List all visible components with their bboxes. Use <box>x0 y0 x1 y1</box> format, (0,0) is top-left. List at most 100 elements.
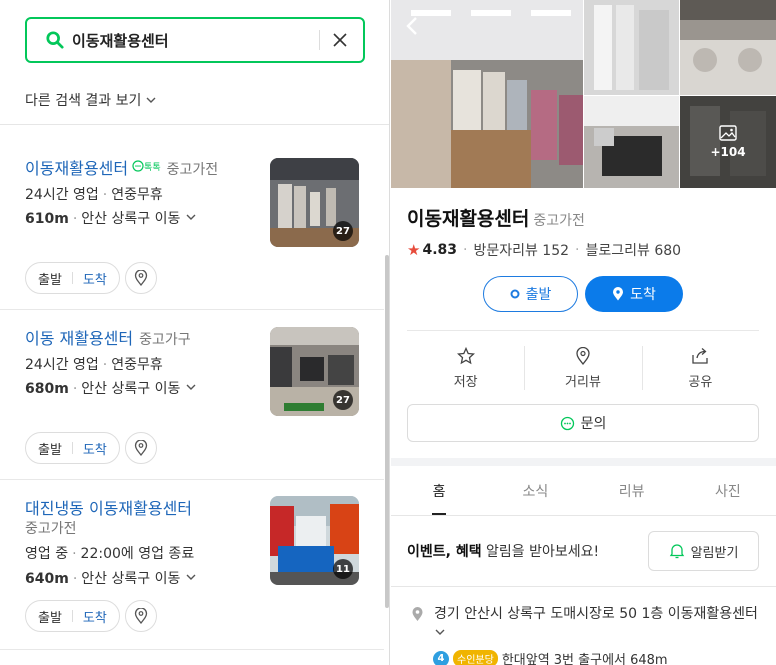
place-name-link[interactable]: 이동재활용센터 <box>25 159 128 178</box>
scrollbar[interactable] <box>385 255 389 608</box>
gallery-photo[interactable] <box>680 0 776 95</box>
subway-text: 한대앞역 3번 출구에서 648m <box>501 653 668 665</box>
map-pin-button[interactable] <box>125 262 157 294</box>
tab-reviews[interactable]: 리뷰 <box>584 466 680 515</box>
place-name-link[interactable]: 대진냉동 이동재활용센터 <box>25 499 192 518</box>
chat-bubble-icon <box>132 160 144 172</box>
separator-dot: · <box>72 211 78 227</box>
close-icon[interactable] <box>332 32 348 48</box>
chevron-down-icon <box>186 574 196 580</box>
search-divider <box>319 30 320 50</box>
tab-news[interactable]: 소식 <box>487 466 583 515</box>
photo-count-badge: 27 <box>333 390 353 410</box>
share-button[interactable]: 공유 <box>641 338 759 398</box>
more-photos-overlay[interactable]: +104 <box>680 96 776 188</box>
status-text: 영업 중 <box>25 546 69 562</box>
share-icon <box>692 347 708 364</box>
photo-count-badge: 27 <box>333 221 353 241</box>
address-row: 경기 안산시 상록구 도매시장로 50 1층 이동재활용센터 <box>411 604 761 644</box>
save-button[interactable]: 저장 <box>407 338 524 398</box>
street-view-button[interactable]: 거리뷰 <box>524 338 641 398</box>
notify-button[interactable]: 알림받기 <box>648 531 759 571</box>
start-button[interactable]: 출발 <box>38 439 62 458</box>
map-pin-button[interactable] <box>125 432 157 464</box>
photo-gallery[interactable]: +104 <box>391 0 776 188</box>
other-results-toggle[interactable]: 다른 검색 결과 보기 <box>25 90 157 110</box>
detail-tabs: 홈 소식 리뷰 사진 <box>391 466 776 516</box>
tab-home[interactable]: 홈 <box>391 466 487 515</box>
place-thumbnail[interactable]: 27 <box>270 327 359 416</box>
origin-dot-icon <box>510 289 520 299</box>
inquiry-label: 문의 <box>580 416 607 432</box>
subway-line-tag: 수인분당 <box>453 650 498 665</box>
search-icon <box>46 31 64 49</box>
separator-dot: · <box>575 242 580 258</box>
distance-line[interactable]: 680m · 안산 상록구 이동 <box>25 378 197 398</box>
place-category: 중고가전 <box>533 213 585 229</box>
blog-reviews-link[interactable]: 블로그리뷰 680 <box>585 240 681 260</box>
search-input[interactable]: 이동재활용센터 <box>72 30 319 51</box>
divider <box>407 330 759 331</box>
arrive-button[interactable]: 도착 <box>585 276 683 312</box>
map-pin-icon <box>134 270 148 286</box>
talk-badge[interactable]: 톡톡 <box>132 160 161 173</box>
search-results-panel: 이동재활용센터 다른 검색 결과 보기 이동재활용센터 톡톡 중고가전 24시간 영… <box>0 0 390 665</box>
subway-line-badge: 4 <box>433 650 449 665</box>
distance-text: 610m <box>25 211 69 227</box>
event-banner: 이벤트, 혜택 알림을 받아보세요! 알림받기 <box>407 530 759 572</box>
place-name-link[interactable]: 이동 재활용센터 <box>25 329 133 348</box>
share-label: 공유 <box>688 374 713 390</box>
search-bar[interactable]: 이동재활용센터 <box>25 17 365 63</box>
distance-line[interactable]: 640m · 안산 상록구 이동 <box>25 568 197 588</box>
list-item[interactable]: 이동 재활용센터 중고가구 24시간 영업 · 연중무휴 680m · 안산 상록구 이동 <box>0 310 384 480</box>
start-button[interactable]: 출발 <box>38 607 62 626</box>
separator-dot: · <box>72 546 77 562</box>
gallery-photo[interactable] <box>584 0 679 95</box>
washer-photo <box>680 0 776 95</box>
list-item[interactable]: 대진냉동 이동재활용센터 중고가전 영업 중 · 22:00에 영업 종료 640m… <box>0 480 384 650</box>
appliance-photo <box>584 0 679 95</box>
chevron-down-icon <box>146 97 156 103</box>
map-pin-icon <box>613 287 624 301</box>
map-pin-outline-icon <box>576 346 590 365</box>
back-arrow-icon[interactable] <box>401 14 425 38</box>
separator-dot: · <box>463 242 468 258</box>
place-thumbnail[interactable]: 11 <box>270 496 359 585</box>
image-icon <box>719 125 737 141</box>
area-text: 안산 상록구 이동 <box>81 211 181 227</box>
photo-count-badge: 11 <box>333 559 353 579</box>
arrive-button[interactable]: 도착 <box>83 607 107 626</box>
chevron-down-icon <box>435 629 445 635</box>
event-bold-text: 이벤트, 혜택 <box>407 544 482 560</box>
pill-divider <box>71 610 73 622</box>
holiday-text: 연중무휴 <box>111 187 163 203</box>
list-item[interactable]: 이동재활용센터 톡톡 중고가전 24시간 영업 · 연중무휴 610m · 안산 상록구 이… <box>0 140 384 310</box>
address-text[interactable]: 경기 안산시 상록구 도매시장로 50 1층 이동재활용센터 <box>434 604 761 644</box>
start-button[interactable]: 출발 <box>38 269 62 288</box>
arrive-button[interactable]: 도착 <box>83 269 107 288</box>
rating-line: ★ 4.83 · 방문자리뷰 152 · 블로그리뷰 680 <box>407 240 681 260</box>
separator-dot: · <box>72 571 78 587</box>
place-category: 중고가전 <box>166 162 219 178</box>
map-pin-icon <box>134 608 148 624</box>
map-pin-icon <box>134 440 148 456</box>
visitor-reviews-link[interactable]: 방문자리뷰 152 <box>473 240 569 260</box>
place-name: 이동재활용센터 <box>407 208 530 230</box>
map-pin-button[interactable] <box>125 600 157 632</box>
route-pill: 출발 도착 <box>25 432 120 464</box>
start-button[interactable]: 출발 <box>483 276 578 312</box>
tab-photos[interactable]: 사진 <box>680 466 776 515</box>
arrive-button[interactable]: 도착 <box>83 439 107 458</box>
gallery-photo[interactable] <box>584 96 679 188</box>
section-divider <box>391 458 776 466</box>
place-title: 이동재활용센터 중고가전 <box>407 204 585 231</box>
distance-line[interactable]: 610m · 안산 상록구 이동 <box>25 208 197 228</box>
hours-line: 영업 중 · 22:00에 영업 종료 <box>25 543 194 563</box>
separator-dot: · <box>102 187 108 203</box>
place-name-line: 이동 재활용센터 중고가구 <box>25 325 191 349</box>
talk-label: 톡톡 <box>144 162 161 173</box>
chevron-down-icon <box>186 214 196 220</box>
place-thumbnail[interactable]: 27 <box>270 158 359 247</box>
inquiry-button[interactable]: 문의 <box>407 404 759 442</box>
bell-plus-icon <box>669 544 684 559</box>
